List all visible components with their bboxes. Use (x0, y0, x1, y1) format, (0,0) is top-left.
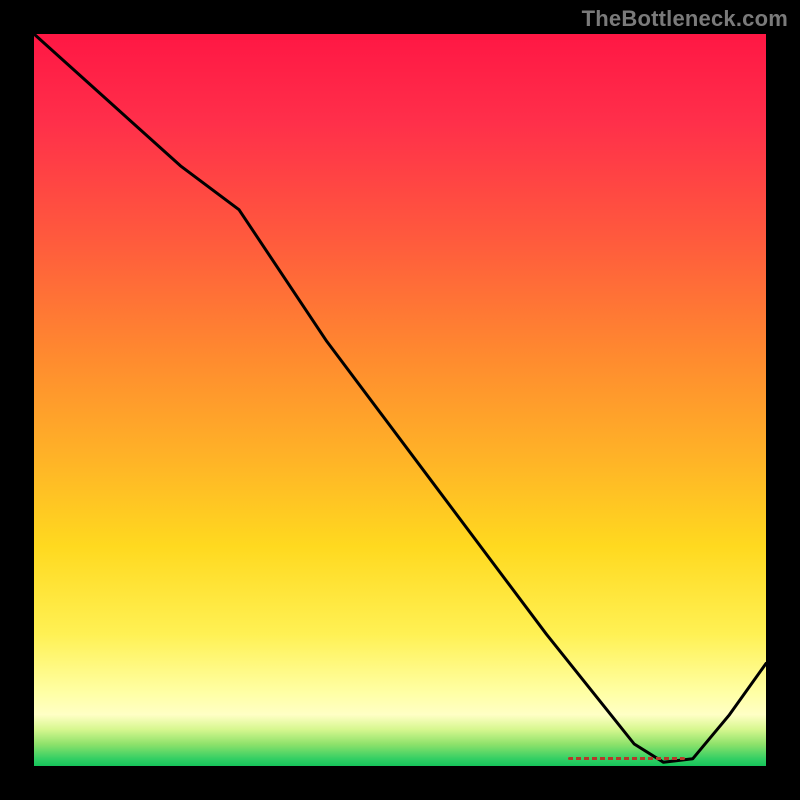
line-curve (34, 34, 766, 766)
optimal-marker (568, 757, 685, 760)
chart-frame: TheBottleneck.com (0, 0, 800, 800)
watermark-text: TheBottleneck.com (582, 6, 788, 32)
plot-area (34, 34, 766, 766)
